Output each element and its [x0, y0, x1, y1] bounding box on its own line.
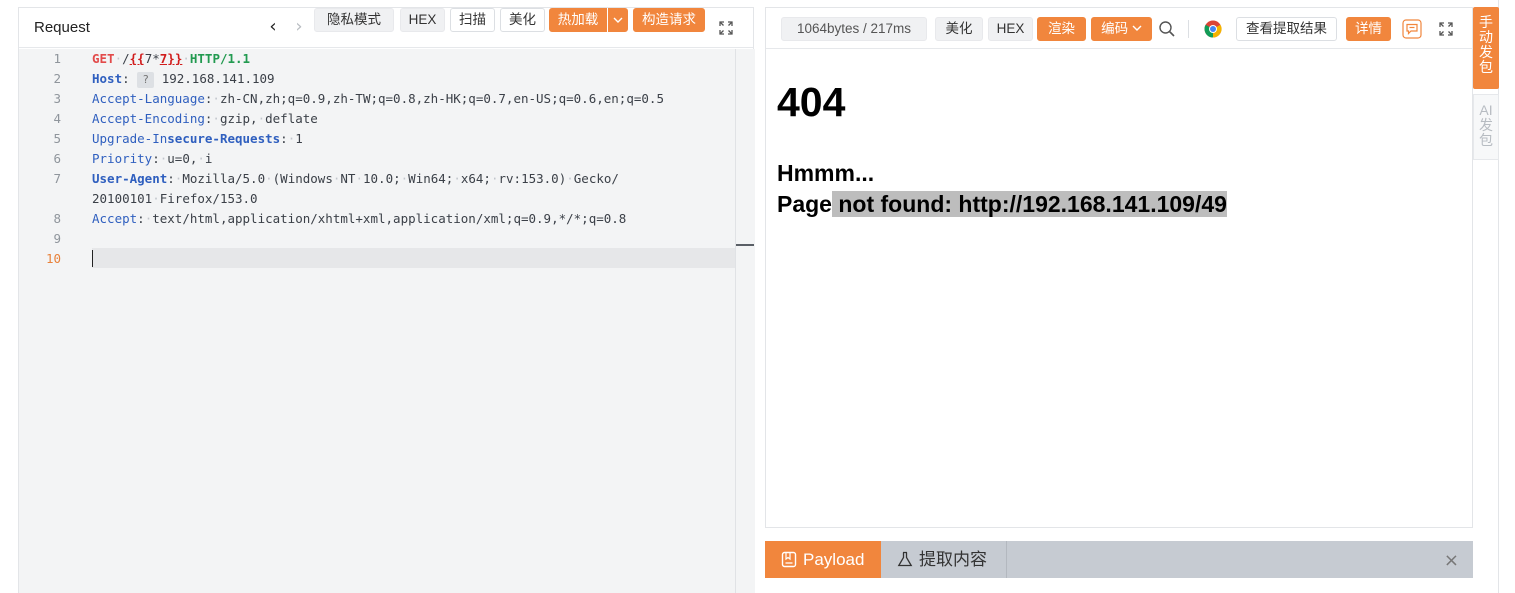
beautify-button[interactable]: 美化 — [500, 8, 545, 32]
chevron-down-icon — [613, 17, 623, 23]
code-line[interactable]: Accept-Encoding:·gzip,·deflate — [92, 111, 318, 126]
line-number-active: 10 — [45, 251, 61, 266]
active-line-highlight — [92, 248, 735, 268]
side-tab-manual-send[interactable]: 手动发包 — [1473, 7, 1499, 89]
response-message: Hmmm... Page not found: http://192.168.1… — [777, 158, 1227, 220]
line-number: 1 — [53, 51, 61, 66]
chevron-down-icon — [1132, 25, 1142, 31]
side-tab-ai-label: AI发包 — [1479, 102, 1493, 148]
info-icon: ? — [137, 72, 155, 88]
response-message-line2: Page not found: http://192.168.141.109/4… — [777, 189, 1227, 220]
view-extract-results-button[interactable]: 查看提取结果 — [1236, 17, 1337, 41]
text-cursor — [92, 250, 93, 267]
line-number: 8 — [53, 211, 61, 226]
side-tab-strip: 手动发包 AI发包 — [1473, 0, 1499, 593]
code-line-wrap[interactable]: 20100101·Firefox/153.0 — [92, 191, 258, 206]
code-line[interactable]: Upgrade-Insecure-Requests:·1 — [92, 131, 303, 146]
fullscreen-icon[interactable] — [718, 20, 734, 36]
rendered-response: 404 Hmmm... Page not found: http://192.1… — [766, 49, 1472, 529]
forward-arrow-icon[interactable]: › — [290, 17, 308, 37]
code-line[interactable]: Accept:·text/html,application/xhtml+xml,… — [92, 211, 626, 226]
tab-extract-label: 提取内容 — [919, 550, 987, 569]
build-request-button[interactable]: 构造请求 — [633, 8, 705, 32]
response-stats: 1064bytes / 217ms — [781, 17, 927, 41]
request-title: Request — [34, 19, 90, 36]
render-button[interactable]: 渲染 — [1037, 17, 1086, 41]
toolbar-divider — [1188, 20, 1189, 38]
line-number: 4 — [53, 111, 61, 126]
request-panel: Request ‹ › 隐私模式 HEX 扫描 美化 热加载 构造请求 1 2 … — [18, 7, 755, 593]
back-arrow-icon[interactable]: ‹ — [264, 17, 282, 37]
vertical-scrollbar[interactable] — [735, 49, 755, 593]
highlighted-text: not found: http://192.168.141.109/49 — [831, 191, 1227, 217]
response-hex-button[interactable]: HEX — [988, 17, 1033, 41]
scrollbar-marker — [736, 244, 754, 246]
code-line[interactable]: GET·/{{7*7}}·HTTP/1.1 — [92, 51, 250, 66]
response-panel: 1064bytes / 217ms 美化 HEX 渲染 编码 查看提取结果 详情 — [765, 7, 1473, 528]
hot-load-button[interactable]: 热加载 — [549, 8, 607, 32]
details-button[interactable]: 详情 — [1346, 17, 1391, 41]
encoding-label: 编码 — [1101, 21, 1129, 36]
line-number: 7 — [53, 171, 61, 186]
flask-icon — [897, 551, 913, 567]
notebook-icon — [781, 551, 797, 568]
tab-payload-label: Payload — [803, 550, 865, 569]
side-tab-ai-send[interactable]: AI发包 — [1473, 94, 1499, 160]
code-line[interactable]: Host: ? 192.168.141.109 — [92, 71, 275, 88]
code-line[interactable]: Priority:·u=0,·i — [92, 151, 212, 166]
response-heading: 404 — [777, 79, 846, 125]
line-number: 5 — [53, 131, 61, 146]
response-toolbar: 1064bytes / 217ms 美化 HEX 渲染 编码 查看提取结果 详情 — [766, 8, 1472, 49]
privacy-mode-button[interactable]: 隐私模式 — [314, 8, 394, 32]
line-number-gutter: 1 2 3 4 5 6 7 8 9 10 — [19, 49, 74, 593]
tab-extract-content[interactable]: 提取内容 — [881, 541, 1007, 578]
close-icon[interactable]: × — [1444, 550, 1459, 571]
bottom-tab-bar: Payload 提取内容 × — [765, 541, 1473, 578]
line-number: 6 — [53, 151, 61, 166]
response-beautify-button[interactable]: 美化 — [935, 17, 983, 41]
search-icon[interactable] — [1158, 20, 1176, 38]
scan-button[interactable]: 扫描 — [450, 8, 495, 32]
code-line[interactable]: Accept-Language:·zh-CN,zh;q=0.9,zh-TW;q=… — [92, 91, 664, 106]
code-line[interactable]: User-Agent:·Mozilla/5.0·(Windows·NT·10.0… — [92, 171, 619, 186]
request-editor[interactable]: 1 2 3 4 5 6 7 8 9 10 GET·/{{7*7}}·HTTP/1… — [19, 49, 735, 593]
encoding-dropdown[interactable]: 编码 — [1091, 17, 1152, 41]
request-toolbar: Request ‹ › 隐私模式 HEX 扫描 美化 热加载 构造请求 — [19, 8, 753, 48]
tab-payload[interactable]: Payload — [765, 541, 881, 578]
line-number: 2 — [53, 71, 61, 86]
fullscreen-icon[interactable] — [1438, 21, 1454, 37]
line-number: 9 — [53, 231, 61, 246]
side-tab-manual-label: 手动发包 — [1479, 14, 1493, 75]
chrome-icon[interactable] — [1204, 20, 1222, 38]
response-message-line1: Hmmm... — [777, 160, 875, 186]
comment-icon[interactable] — [1402, 19, 1422, 39]
hot-load-dropdown[interactable] — [608, 8, 628, 32]
message-text: Page — [777, 191, 832, 217]
line-number: 3 — [53, 91, 61, 106]
hex-button[interactable]: HEX — [400, 8, 445, 32]
